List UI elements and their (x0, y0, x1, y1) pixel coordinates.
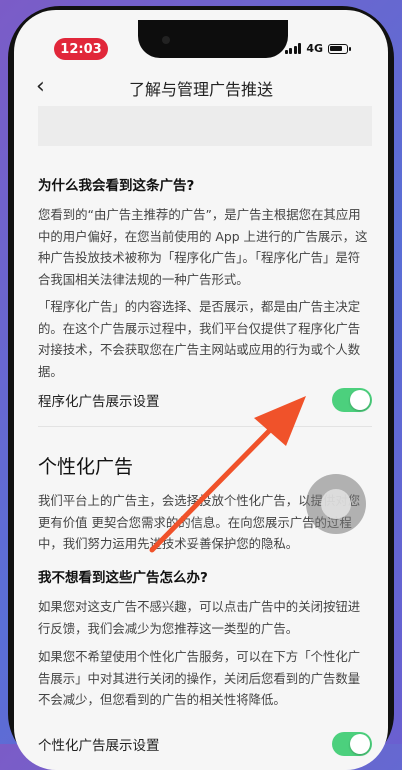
divider (38, 426, 372, 427)
signal-icon (284, 43, 302, 54)
toggle-knob (350, 734, 370, 754)
personalized-ad-setting-label: 个性化广告展示设置 (38, 738, 160, 754)
why-paragraph-2: 「程序化广告」的内容选择、是否展示，都是由广告主决定的。在这个广告展示过程中，我… (38, 299, 361, 379)
app-screen: 12:03 4G ‹ 了解与管理广告推送 为什么我会看到这条广告? 您看到的“由… (14, 10, 388, 770)
personalized-ad-toggle[interactable] (332, 732, 372, 756)
personalized-ad-setting-row: 个性化广告展示设置 (38, 726, 372, 762)
battery-icon (328, 43, 351, 54)
nav-bar: ‹ 了解与管理广告推送 (14, 70, 388, 106)
personalized-ad-heading: 个性化广告 (38, 456, 134, 478)
why-paragraph-1: 您看到的“由广告主推荐的广告”，是广告主根据您在其应用中的用户偏好，在您当前使用… (38, 207, 368, 287)
page-title: 了解与管理广告推送 (128, 80, 273, 99)
dont-want-paragraph-2: 如果您不希望使用个性化广告服务，可以在下方「个性化广告展示」中对其进行关闭的操作… (38, 649, 361, 707)
programmatic-ad-toggle[interactable] (332, 388, 372, 412)
programmatic-ad-setting-row: 程序化广告展示设置 (38, 382, 372, 418)
back-button[interactable]: ‹ (36, 75, 45, 99)
assistive-touch-inner (321, 489, 351, 519)
content-placeholder-box (38, 106, 372, 146)
camera-icon (162, 36, 170, 44)
why-heading: 为什么我会看到这条广告? (38, 178, 195, 194)
network-type: 4G (306, 42, 323, 55)
notch (138, 20, 288, 58)
status-indicators: 4G (284, 42, 351, 55)
dont-want-paragraph-1: 如果您对这支广告不感兴趣，可以点击广告中的关闭按钮进行反馈，我们会减少为您推荐这… (38, 599, 361, 636)
toggle-knob (350, 390, 370, 410)
dont-want-heading: 我不想看到这些广告怎么办? (38, 570, 208, 586)
programmatic-ad-setting-label: 程序化广告展示设置 (38, 394, 160, 410)
status-time: 12:03 (54, 38, 108, 60)
assistive-touch-button[interactable] (306, 474, 366, 534)
